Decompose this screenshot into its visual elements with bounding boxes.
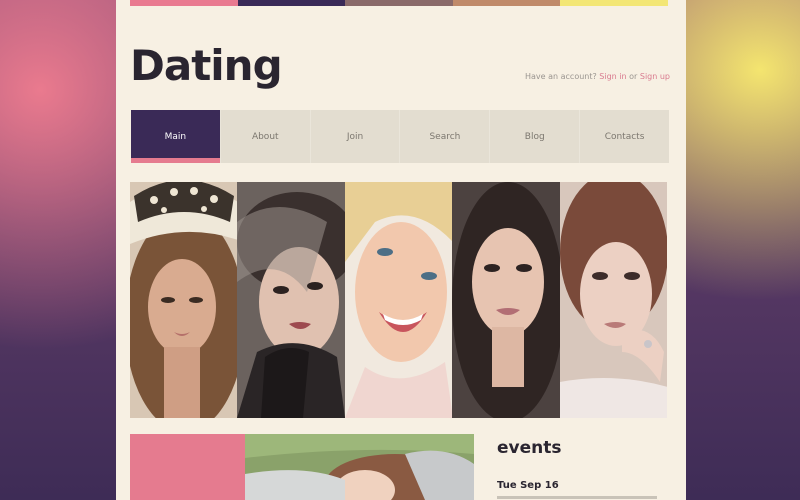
stripe-yellow (560, 0, 668, 6)
account-links: Have an account? Sign in or Sign up (525, 72, 670, 81)
smiling-blonde-photo[interactable] (344, 182, 453, 418)
stripe-mauve (345, 0, 453, 6)
events-heading: events (497, 438, 562, 458)
auburn-haired-woman-photo[interactable] (559, 182, 668, 418)
couple-on-grass-photo[interactable] (245, 434, 474, 500)
stripe-pink (130, 0, 238, 6)
woman-with-veil-photo[interactable] (237, 182, 345, 418)
nav-item-blog[interactable]: Blog (489, 110, 579, 163)
nav-item-about[interactable]: About (219, 110, 310, 163)
stripe-tan (452, 0, 561, 6)
sign-in-link[interactable]: Sign in (599, 72, 626, 81)
main-nav: Main About Join Search Blog Contacts (131, 110, 669, 163)
event-description-snippet (497, 496, 657, 499)
stripe-purple (237, 0, 346, 6)
pink-panel (130, 434, 245, 500)
page-container: Dating Have an account? Sign in or Sign … (116, 0, 686, 500)
account-prompt: Have an account? (524, 72, 597, 81)
photo-gallery (130, 182, 668, 418)
woman-with-hat-photo[interactable] (130, 182, 238, 418)
nav-item-contacts[interactable]: Contacts (579, 110, 669, 163)
site-logo[interactable]: Dating (130, 40, 283, 92)
dark-haired-woman-photo[interactable] (452, 182, 560, 418)
nav-item-join[interactable]: Join (309, 110, 400, 163)
color-stripe (130, 0, 668, 6)
event-date: Tue Sep 16 (497, 480, 559, 491)
or-text: or (629, 72, 638, 81)
sign-up-link[interactable]: Sign up (640, 72, 670, 81)
nav-item-main[interactable]: Main (131, 110, 220, 163)
nav-item-search[interactable]: Search (399, 110, 489, 163)
